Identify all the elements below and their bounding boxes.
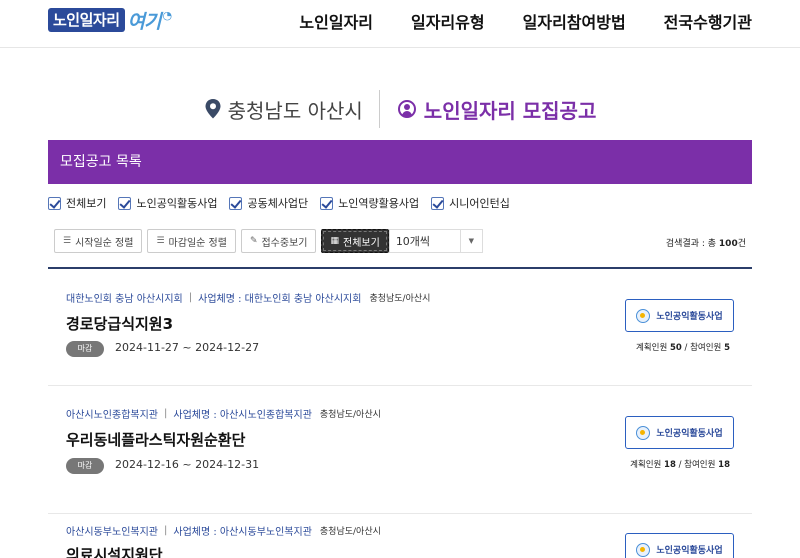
filter-community[interactable]: 공동체사업단	[229, 195, 308, 211]
grid-icon: ▦	[330, 236, 339, 246]
list-item[interactable]: 대한노인회 충남 아산시지회 | 사업체명 : 대한노인회 충남 아산시지회 충…	[48, 290, 752, 386]
main-nav: 노인일자리 일자리유형 일자리참여방법 전국수행기관	[261, 0, 752, 42]
filter-public-service[interactable]: 노인공익활동사업	[118, 195, 217, 211]
chevron-down-icon: ▼	[459, 230, 482, 252]
job-type-badge[interactable]: 노인공익활동사업	[625, 533, 734, 558]
item-title[interactable]: 경로당급식지원3	[66, 313, 173, 334]
page-size-value: 10개씩	[395, 235, 431, 248]
item-business-name: 사업체명 : 아산시동부노인복지관	[173, 527, 312, 538]
item-period: 2024-11-27 ~ 2024-12-27	[115, 341, 260, 354]
status-badge: 마감	[66, 458, 104, 474]
item-org-line: 아산시노인종합복지관 | 사업체명 : 아산시노인종합복지관 충청남도/아산시	[66, 406, 381, 421]
list-item[interactable]: 아산시노인종합복지관 | 사업체명 : 아산시노인종합복지관 충청남도/아산시 …	[48, 406, 752, 514]
list-icon: ☰	[156, 236, 165, 246]
checkbox-checked-icon[interactable]	[118, 196, 132, 210]
page-size-select[interactable]: 10개씩 ▼	[388, 229, 483, 253]
item-org[interactable]: 아산시동부노인복지관	[66, 523, 158, 538]
site-header: 노인일자리 여기 ◔ 노인일자리 일자리유형 일자리참여방법 전국수행기관	[0, 0, 800, 48]
filter-all[interactable]: 전체보기	[48, 195, 106, 211]
lightbulb-icon	[636, 542, 651, 557]
location-pin-icon	[205, 99, 221, 119]
item-region: 충청남도/아산시	[319, 410, 381, 420]
status-badge: 마감	[66, 341, 104, 357]
list-header-bar: 모집공고 목록	[48, 140, 752, 184]
job-type-badge[interactable]: 노인공익활동사업	[625, 299, 734, 332]
checkbox-checked-icon[interactable]	[229, 196, 243, 210]
lightbulb-icon	[636, 308, 651, 323]
filter-checkboxes: 전체보기 노인공익활동사업 공동체사업단 노인역량활용사업 시니어인턴십	[48, 194, 522, 212]
page-title-text: 노인일자리 모집공고	[423, 98, 597, 123]
list-top-divider	[48, 267, 752, 269]
item-headcount: 계획인원 18 / 참여인원 18	[630, 460, 730, 470]
list-item[interactable]: 아산시동부노인복지관 | 사업체명 : 아산시동부노인복지관 충청남도/아산시 …	[48, 523, 752, 558]
filter-senior-intern[interactable]: 시니어인턴십	[431, 195, 510, 211]
item-org-line: 아산시동부노인복지관 | 사업체명 : 아산시동부노인복지관 충청남도/아산시	[66, 523, 381, 538]
region-selector[interactable]: 충청남도 아산시	[204, 95, 379, 124]
item-org[interactable]: 대한노인회 충남 아산시지회	[66, 290, 183, 305]
filter-capacity[interactable]: 노인역량활용사업	[320, 195, 419, 211]
site-logo[interactable]: 노인일자리 여기 ◔	[48, 6, 172, 34]
checkbox-checked-icon[interactable]	[320, 196, 334, 210]
nav-item-job-types[interactable]: 일자리유형	[411, 9, 485, 33]
result-count-number: 100	[718, 239, 738, 249]
nav-item-senior-jobs[interactable]: 노인일자리	[299, 9, 373, 33]
region-label: 충청남도 아산시	[227, 98, 363, 123]
lightbulb-icon	[636, 425, 651, 440]
job-type-badge[interactable]: 노인공익활동사업	[625, 416, 734, 449]
result-count: 검색결과 : 총 100건	[665, 239, 746, 249]
user-circle-icon	[397, 100, 416, 118]
sort-by-start-button[interactable]: ☰ 시작일순 정렬	[54, 229, 143, 253]
page-titlebar: 충청남도 아산시 노인일자리 모집공고	[0, 88, 800, 130]
show-all-button[interactable]: ▦ 전체보기	[321, 229, 389, 253]
item-business-name: 사업체명 : 대한노인회 충남 아산시지회	[198, 294, 362, 305]
sort-by-deadline-button[interactable]: ☰ 마감일순 정렬	[147, 229, 236, 253]
item-title[interactable]: 의료시설지원단	[66, 544, 163, 558]
item-title[interactable]: 우리동네플라스틱자원순환단	[66, 429, 245, 450]
sort-toolbar: ☰ 시작일순 정렬 ☰ 마감일순 정렬 ✎ 접수중보기 ▦ 전체보기 10개씩 ▼	[54, 229, 483, 253]
checkbox-checked-icon[interactable]	[431, 196, 445, 210]
item-headcount: 계획인원 50 / 참여인원 5	[635, 343, 730, 353]
item-period: 2024-12-16 ~ 2024-12-31	[115, 458, 260, 471]
item-org[interactable]: 아산시노인종합복지관	[66, 406, 158, 421]
page-title: 노인일자리 모집공고	[380, 95, 597, 124]
show-open-button[interactable]: ✎ 접수중보기	[240, 229, 317, 253]
nav-item-how-to-join[interactable]: 일자리참여방법	[523, 9, 626, 33]
nav-item-agencies[interactable]: 전국수행기관	[664, 9, 752, 33]
logo-mark-icon: ◔	[162, 8, 173, 22]
item-org-line: 대한노인회 충남 아산시지회 | 사업체명 : 대한노인회 충남 아산시지회 충…	[66, 290, 431, 305]
logo-main-text: 노인일자리	[48, 8, 125, 32]
checkbox-checked-icon[interactable]	[48, 196, 61, 210]
item-region: 충청남도/아산시	[369, 294, 431, 304]
item-business-name: 사업체명 : 아산시노인종합복지관	[173, 410, 312, 421]
logo-sub-text: 여기	[127, 10, 162, 33]
list-icon: ☰	[63, 236, 72, 246]
item-region: 충청남도/아산시	[319, 527, 381, 537]
pencil-icon: ✎	[249, 236, 258, 246]
